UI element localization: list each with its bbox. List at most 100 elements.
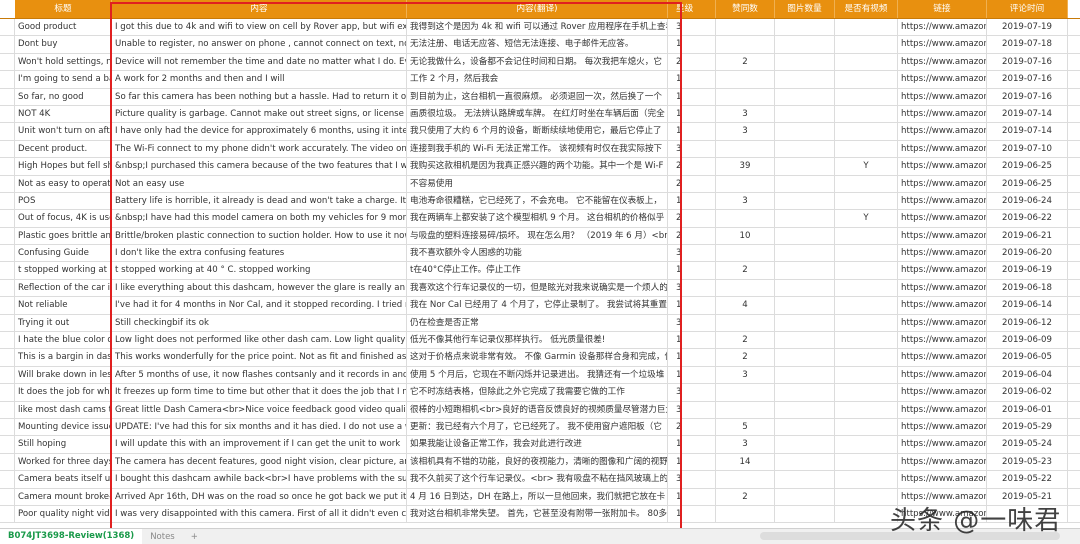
translation-cell[interactable]: 我购买这款相机是因为我真正感兴趣的两个功能。其中一个是 Wi-F <box>407 158 668 175</box>
video-cell[interactable] <box>835 332 898 349</box>
date-cell[interactable]: 2019-06-04 <box>987 366 1068 384</box>
empty-cell[interactable] <box>1068 141 1080 157</box>
likes-cell[interactable]: 14 <box>716 453 775 471</box>
date-cell[interactable]: 2019-05-24 <box>987 436 1068 453</box>
video-cell[interactable] <box>835 401 898 418</box>
video-cell[interactable] <box>835 384 898 401</box>
row-number-cell[interactable] <box>0 71 15 88</box>
column-header[interactable]: 内容(翻译) <box>407 0 668 18</box>
rating-cell[interactable]: 1 <box>668 332 716 349</box>
likes-cell[interactable]: 39 <box>716 158 775 175</box>
images-cell[interactable] <box>775 210 835 227</box>
content-cell[interactable]: I don't like the extra confusing feature… <box>112 245 407 262</box>
date-cell[interactable]: 2019-06-14 <box>987 297 1068 314</box>
sheet-tab-review[interactable]: B074JT3698-Review(1368) <box>0 529 143 544</box>
title-cell[interactable]: Reflection of the car inte <box>15 279 112 297</box>
rating-cell[interactable]: 1 <box>668 366 716 384</box>
likes-cell[interactable]: 2 <box>716 332 775 349</box>
likes-cell[interactable] <box>716 505 775 523</box>
content-cell[interactable]: I like everything about this dashcam, ho… <box>112 279 407 297</box>
images-cell[interactable] <box>775 471 835 488</box>
title-cell[interactable]: Still hoping <box>15 436 112 453</box>
rating-cell[interactable]: 1 <box>668 488 716 505</box>
link-cell[interactable]: https://www.amazon.c <box>898 19 987 36</box>
empty-cell[interactable] <box>1068 89 1080 105</box>
sheet-tab-notes[interactable]: Notes <box>142 532 183 542</box>
link-cell[interactable]: https://www.amazon.c <box>898 140 987 158</box>
video-cell[interactable] <box>835 262 898 279</box>
likes-cell[interactable]: 2 <box>716 53 775 71</box>
images-cell[interactable] <box>775 245 835 262</box>
content-cell[interactable]: I will update this with an improvement i… <box>112 436 407 453</box>
video-cell[interactable] <box>835 105 898 123</box>
translation-cell[interactable]: 工作 2 个月，然后我会 <box>407 71 668 88</box>
rating-cell[interactable]: 1 <box>668 262 716 279</box>
translation-cell[interactable]: 我在两辆车上都安装了这个模型相机 9 个月。 这台相机的价格似乎 <box>407 210 668 227</box>
row-number-cell[interactable] <box>0 436 15 453</box>
row-number-cell[interactable] <box>0 418 15 436</box>
title-cell[interactable]: Dont buy <box>15 36 112 53</box>
images-cell[interactable] <box>775 192 835 210</box>
empty-cell[interactable] <box>1068 367 1080 383</box>
empty-cell[interactable] <box>1068 315 1080 331</box>
rating-cell[interactable]: 1 <box>668 71 716 88</box>
translation-cell[interactable]: 该相机具有不错的功能，良好的夜视能力，清晰的图像和广阔的视野 <box>407 453 668 471</box>
link-cell[interactable]: https://www.amazon.c <box>898 105 987 123</box>
empty-cell[interactable] <box>1068 297 1080 313</box>
images-cell[interactable] <box>775 262 835 279</box>
likes-cell[interactable] <box>716 140 775 158</box>
likes-cell[interactable] <box>716 471 775 488</box>
rating-cell[interactable]: 3 <box>668 314 716 332</box>
row-number-cell[interactable] <box>0 36 15 53</box>
title-cell[interactable]: Will brake down in less t <box>15 366 112 384</box>
video-cell[interactable] <box>835 436 898 453</box>
likes-cell[interactable]: 2 <box>716 488 775 505</box>
rating-cell[interactable]: 3 <box>668 384 716 401</box>
video-cell[interactable] <box>835 505 898 523</box>
title-cell[interactable]: NOT 4K <box>15 105 112 123</box>
column-header[interactable]: 链接 <box>898 0 987 18</box>
images-cell[interactable] <box>775 123 835 140</box>
content-cell[interactable]: It freezes up form time to time but othe… <box>112 384 407 401</box>
content-cell[interactable]: A work for 2 months and then and I will <box>112 71 407 88</box>
likes-cell[interactable]: 3 <box>716 123 775 140</box>
empty-cell[interactable] <box>1068 402 1080 418</box>
column-header[interactable]: 赞同数 <box>716 0 775 18</box>
rating-cell[interactable]: 1 <box>668 297 716 314</box>
content-cell[interactable]: After 5 months of use, it now flashes co… <box>112 366 407 384</box>
column-header[interactable]: 内容 <box>112 0 407 18</box>
content-cell[interactable]: Still checkingbif its ok <box>112 314 407 332</box>
row-number-cell[interactable] <box>0 366 15 384</box>
link-cell[interactable]: https://www.amazon.c <box>898 401 987 418</box>
content-cell[interactable]: Picture quality is garbage. Cannot make … <box>112 105 407 123</box>
video-cell[interactable] <box>835 453 898 471</box>
column-header[interactable]: 评论时间 <box>987 0 1068 18</box>
images-cell[interactable] <box>775 88 835 105</box>
date-cell[interactable]: 2019-07-16 <box>987 53 1068 71</box>
link-cell[interactable]: https://www.amazon.c <box>898 88 987 105</box>
images-cell[interactable] <box>775 384 835 401</box>
date-cell[interactable]: 2019-07-19 <box>987 19 1068 36</box>
title-cell[interactable]: This is a bargin in dash c <box>15 349 112 366</box>
likes-cell[interactable] <box>716 210 775 227</box>
empty-cell[interactable] <box>1068 158 1080 174</box>
link-cell[interactable]: https://www.amazon.c <box>898 262 987 279</box>
rating-cell[interactable]: 1 <box>668 36 716 53</box>
images-cell[interactable] <box>775 436 835 453</box>
translation-cell[interactable]: 画质很垃圾。 无法辨认路牌或车牌。 在红灯时坐在车辆后面（完全 <box>407 105 668 123</box>
link-cell[interactable]: https://www.amazon.c <box>898 332 987 349</box>
content-cell[interactable]: The Wi-Fi connect to my phone didn't wor… <box>112 140 407 158</box>
link-cell[interactable]: https://www.amazon.c <box>898 227 987 245</box>
title-cell[interactable]: POS <box>15 192 112 210</box>
empty-cell[interactable] <box>1068 19 1080 35</box>
content-cell[interactable]: So far this camera has been nothing but … <box>112 88 407 105</box>
rating-cell[interactable]: 2 <box>668 227 716 245</box>
images-cell[interactable] <box>775 279 835 297</box>
link-cell[interactable]: https://www.amazon.c <box>898 245 987 262</box>
rating-cell[interactable]: 2 <box>668 53 716 71</box>
link-cell[interactable]: https://www.amazon.c <box>898 210 987 227</box>
rating-cell[interactable]: 3 <box>668 401 716 418</box>
empty-cell[interactable] <box>1068 471 1080 487</box>
images-cell[interactable] <box>775 19 835 36</box>
title-cell[interactable]: Not reliable <box>15 297 112 314</box>
